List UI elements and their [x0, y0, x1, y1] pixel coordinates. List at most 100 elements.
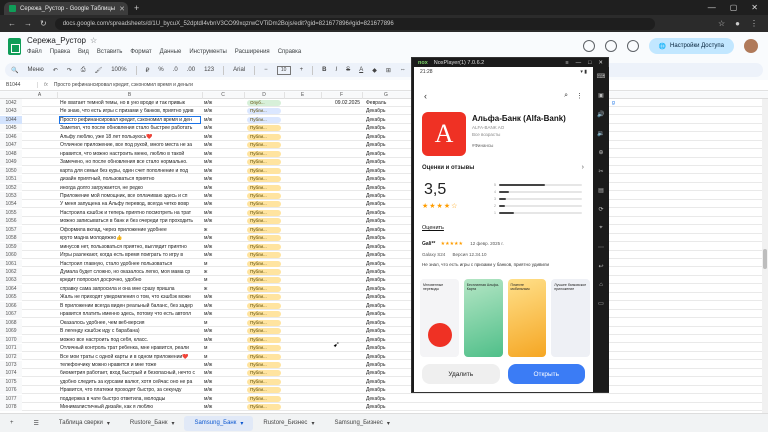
sheet-tab-samsung-bank[interactable]: Samsung_Банк ▾	[184, 415, 254, 431]
status-dropdown[interactable]: Публи...	[247, 133, 281, 140]
table-row[interactable]: 1047 Отличное приложение, все под рукой, …	[0, 141, 768, 150]
status-dropdown[interactable]: Публи...	[247, 142, 281, 149]
back-icon[interactable]: ←	[8, 19, 16, 28]
row-number[interactable]: 1055	[0, 208, 22, 217]
formula-input[interactable]: Просто рефинансировал кредит, сэкономил …	[54, 82, 193, 88]
table-row[interactable]: 1068 Оказалось удобнее, чем веб-версия м Пу…	[0, 318, 768, 327]
table-row[interactable]: 1055 Настроила кэшбэк и теперь приятно по…	[0, 208, 768, 217]
maximize-icon[interactable]: ▢	[730, 3, 738, 12]
row-number[interactable]: 1076	[0, 386, 22, 395]
table-row[interactable]: 1053 Приложение мой помощник, все оплачив…	[0, 191, 768, 200]
menu-help[interactable]: Справка	[278, 49, 302, 55]
col-header-b[interactable]: B	[57, 92, 202, 98]
bookmark-star-icon[interactable]: ☆	[718, 19, 725, 28]
sidebar-folder-icon[interactable]: ▤	[598, 187, 604, 194]
col-header-f[interactable]: F	[321, 92, 362, 98]
chevron-down-icon[interactable]: ▾	[311, 420, 314, 427]
sheet-tab-samsung-business[interactable]: Samsung_Бизнес ▾	[324, 416, 399, 431]
table-row[interactable]: 1049 Замечено, но после обновления все ст…	[0, 158, 768, 167]
search-icon[interactable]: ⌕	[564, 92, 568, 100]
share-button[interactable]: 🌐 Настройки Доступа	[648, 38, 734, 54]
search-menu-icon[interactable]: 🔍	[11, 67, 18, 74]
rate-link[interactable]: Оценить	[422, 225, 444, 231]
row-number[interactable]: 1066	[0, 301, 22, 310]
screenshot[interactable]: Лучшее банковское приложение	[551, 279, 590, 357]
status-dropdown[interactable]: Публи...	[247, 116, 281, 123]
menu-format[interactable]: Формат	[130, 49, 151, 55]
status-dropdown[interactable]: Публи...	[247, 192, 281, 199]
table-row[interactable]: 1048 нравится, что можно настроить меню, …	[0, 149, 768, 158]
link-fragment[interactable]: g	[612, 100, 615, 106]
sidebar-scissors-icon[interactable]: ✂	[598, 168, 603, 175]
status-dropdown[interactable]: Публи...	[247, 252, 281, 259]
row-number[interactable]: 1048	[0, 149, 22, 158]
forward-icon[interactable]: →	[24, 19, 32, 28]
table-row[interactable]: 1063 кредит попросил досрочно, удобно м Пуб…	[0, 276, 768, 285]
table-row[interactable]: 1042 Не хватает темной темы, но в уно вро…	[0, 99, 768, 107]
profile-icon[interactable]: ●	[735, 19, 740, 28]
italic-icon[interactable]: I	[336, 67, 338, 73]
table-row[interactable]: 1067 нравится платить именно здесь, потом…	[0, 310, 768, 319]
row-number[interactable]: 1054	[0, 200, 22, 209]
status-dropdown[interactable]: Публи...	[247, 378, 281, 385]
sheet-grid[interactable]: 1042 Не хватает темной темы, но в уно вро…	[0, 99, 768, 413]
menu-tools[interactable]: Инструменты	[189, 49, 226, 55]
table-row[interactable]: 1071 Отличный контроль трат ребенка, мне …	[0, 344, 768, 352]
row-number[interactable]: 1067	[0, 310, 22, 319]
font-select[interactable]: Arial	[233, 67, 245, 73]
name-box[interactable]: B1044	[0, 82, 38, 88]
row-number[interactable]: 1060	[0, 251, 22, 259]
status-dropdown[interactable]: Публи...	[247, 159, 281, 166]
borders-icon[interactable]: ⊞	[386, 67, 391, 74]
more-options-icon[interactable]: ⋮	[576, 92, 583, 100]
paint-format-icon[interactable]: 🖌	[95, 67, 103, 74]
table-row[interactable]: 1078 Минималистичный дизайн, как я люблю м…	[0, 403, 768, 412]
col-header-e[interactable]: E	[284, 92, 321, 98]
table-row[interactable]: 1057 Оформила вклад, через приложение удо…	[0, 225, 768, 234]
status-dropdown[interactable]: Публи...	[247, 108, 281, 115]
sheet-tab-rustore-bank[interactable]: Rustore_Банк ▾	[120, 416, 185, 431]
sidebar-screen-icon[interactable]: ▣	[598, 92, 604, 99]
sidebar-apk-icon[interactable]: ⊕	[598, 149, 603, 156]
star-icon[interactable]: ☆	[90, 36, 97, 45]
row-number[interactable]: 1070	[0, 335, 22, 344]
row-number[interactable]: 1068	[0, 318, 22, 327]
browser-tab[interactable]: Сережа_Рустор - Google Таблицы ✕	[4, 2, 128, 15]
status-dropdown[interactable]: Публи...	[247, 294, 281, 301]
table-row[interactable]: 1060 Игры разлекают, когда есть время пои…	[0, 251, 768, 259]
currency-icon[interactable]: ₽	[146, 67, 150, 74]
app-developer[interactable]: ALFA-BANK AO	[472, 125, 504, 130]
table-row[interactable]: 1050 карта для семьи без куры, один счет …	[0, 166, 768, 175]
meet-icon[interactable]	[626, 40, 639, 52]
col-header-a[interactable]: A	[22, 92, 57, 98]
row-number[interactable]: 1062	[0, 268, 22, 276]
status-dropdown[interactable]: Публи...	[247, 285, 281, 292]
screenshot[interactable]: Мгновенные переводы	[420, 279, 459, 357]
row-number[interactable]: 1057	[0, 225, 22, 234]
sidebar-keyboard-icon[interactable]: ⌨	[597, 73, 606, 80]
col-header-d[interactable]: D	[244, 92, 284, 98]
table-row[interactable]: 1064 справку сама запросила и она мне сра…	[0, 284, 768, 293]
row-number[interactable]: 1045	[0, 124, 22, 133]
chevron-right-icon[interactable]: ›	[582, 164, 584, 171]
status-dropdown[interactable]: Публи...	[247, 302, 281, 309]
screenshot[interactable]: Платите мобильным	[507, 279, 547, 357]
status-dropdown[interactable]: Публи...	[247, 404, 281, 411]
reload-icon[interactable]: ↻	[40, 19, 47, 28]
table-row[interactable]: 1069 В легенду кэшбэк иду с барабана) м/ж П…	[0, 327, 768, 336]
row-number[interactable]: 1071	[0, 344, 22, 352]
status-dropdown[interactable]: Публи...	[247, 361, 281, 368]
minimize-icon[interactable]: —	[708, 3, 716, 12]
menu-file[interactable]: Файл	[27, 49, 42, 55]
table-row[interactable]: 1059 минусов нет, пользоваться приятно, в…	[0, 242, 768, 251]
chevron-down-icon[interactable]: ▾	[387, 420, 390, 427]
sidebar-back-icon[interactable]: ↩	[598, 263, 603, 270]
row-number[interactable]: 1061	[0, 259, 22, 268]
font-size-plus[interactable]: +	[300, 67, 304, 73]
status-dropdown[interactable]: Публи...	[247, 311, 281, 318]
chevron-down-icon[interactable]: ▾	[240, 420, 243, 427]
table-row[interactable]: 1074 биометрия работает, вход быстрый и б…	[0, 369, 768, 378]
new-tab-button[interactable]: +	[134, 3, 139, 13]
status-dropdown[interactable]: Публи...	[247, 269, 281, 275]
redo-icon[interactable]: ↷	[67, 67, 72, 74]
